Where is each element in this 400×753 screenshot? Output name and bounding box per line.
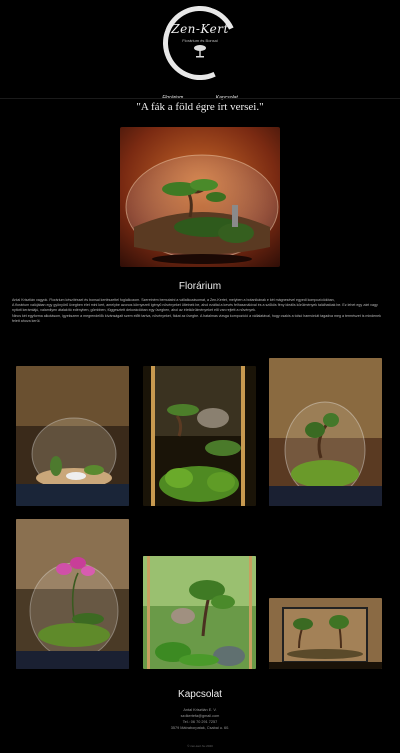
copyright: © zen-kert.hu 2020 [187,744,213,748]
intro-paragraph: A florárium valójában egy gyönyörű üvegb… [12,303,378,313]
contact-address: 3579 Mátraborpatak, Csabai u. 60. [170,726,230,730]
bonsai-logo-icon [194,45,206,58]
site-header: Zen-Kert Florárium és Bonsai [0,0,400,91]
florarium-heading: Florárium [178,281,222,292]
brand-name: Zen-Kert [171,22,229,36]
hero-terrarium-image [120,127,280,267]
gallery-image-6[interactable] [269,598,382,669]
nav-divider [0,98,400,99]
gallery-image-3[interactable] [269,358,382,506]
hero-quote: "A fák a föld égre írt versei." [136,101,264,113]
contact-heading: Kapcsolat [178,689,222,700]
intro-paragraph: Nincs két egyforma alkotásom, igyekszem … [12,313,381,323]
main-nav: Florárium Kapcsolat [0,86,400,101]
gallery-image-5[interactable] [143,556,256,669]
gallery-image-1[interactable] [16,366,129,506]
contact-details: Antal Krisztián E. V. szdkertefa@gmail.c… [0,707,400,731]
logo[interactable]: Zen-Kert Florárium és Bonsai [163,6,237,80]
gallery-image-2[interactable] [143,366,256,506]
florarium-intro: Antal Krisztián vagyok. Florárium készít… [12,298,388,324]
brand-tagline: Florárium és Bonsai [182,38,218,43]
gallery-image-4[interactable] [16,519,129,669]
